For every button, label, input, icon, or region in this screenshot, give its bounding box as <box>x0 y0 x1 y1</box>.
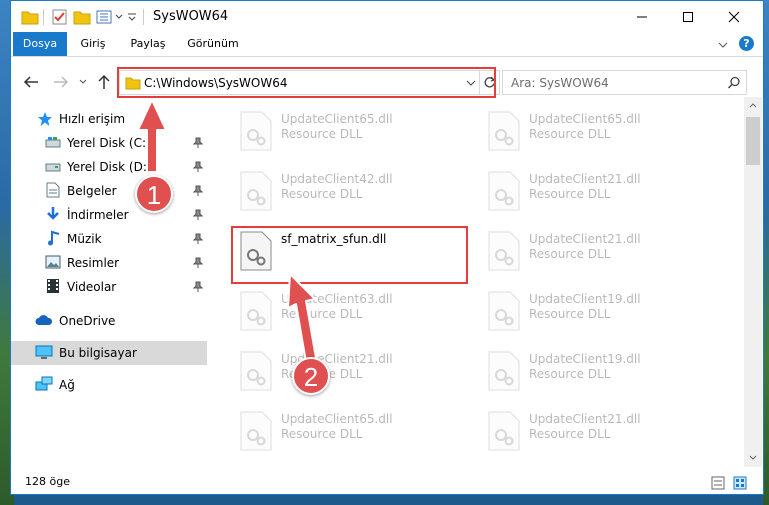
arrow-up-icon <box>137 99 167 173</box>
step-1-badge: 1 <box>135 175 173 213</box>
step-2-badge: 2 <box>292 357 330 395</box>
arrow-up-icon <box>287 273 317 363</box>
annotation-arrows <box>137 99 317 363</box>
